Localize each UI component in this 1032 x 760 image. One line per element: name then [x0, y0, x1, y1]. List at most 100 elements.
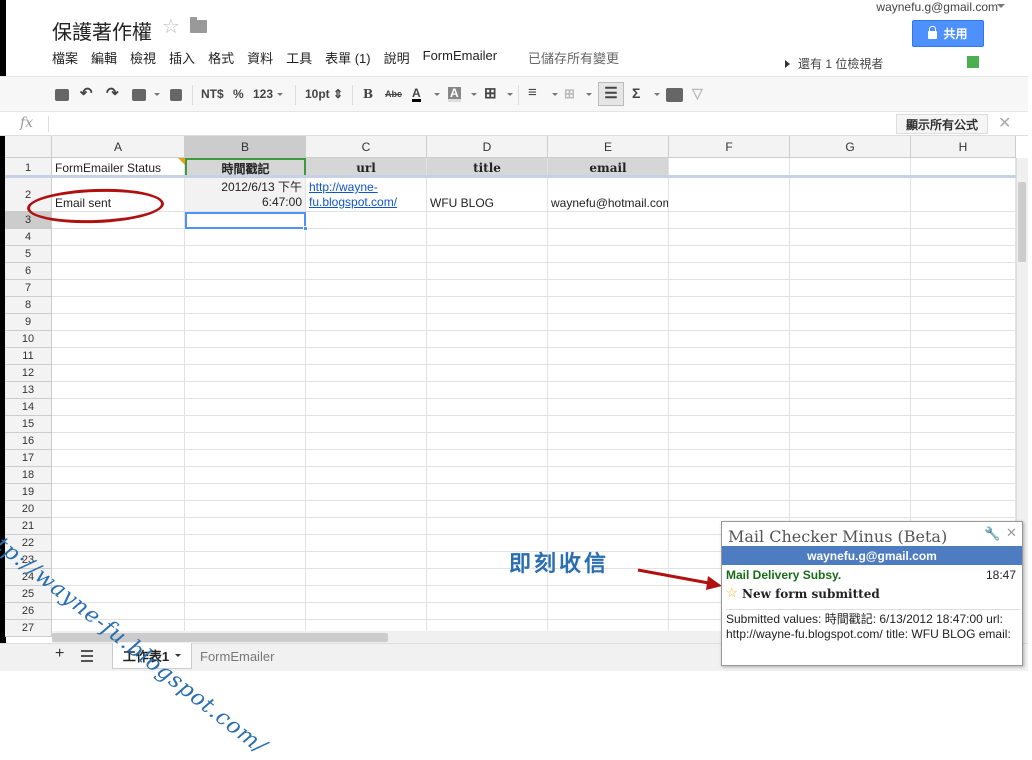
grid-cell[interactable]	[427, 450, 548, 467]
grid-cell[interactable]	[911, 229, 1016, 246]
grid-cell[interactable]	[669, 331, 790, 348]
grid-cell[interactable]	[185, 416, 306, 433]
merge-dropdown[interactable]	[582, 87, 592, 101]
grid-cell[interactable]	[911, 280, 1016, 297]
grid-cell[interactable]	[306, 552, 427, 569]
grid-cell[interactable]	[185, 501, 306, 518]
grid-cell[interactable]	[52, 416, 185, 433]
bold-button[interactable]: B	[363, 87, 373, 101]
column-header-h[interactable]: H	[911, 136, 1016, 158]
grid-cell[interactable]	[52, 535, 185, 552]
row-header[interactable]: 13	[5, 382, 52, 399]
row-header[interactable]: 6	[5, 263, 52, 280]
grid-cell[interactable]	[790, 297, 911, 314]
grid-cell[interactable]	[427, 603, 548, 620]
grid-cell[interactable]	[911, 501, 1016, 518]
grid-cell[interactable]	[790, 331, 911, 348]
grid-cell[interactable]	[185, 365, 306, 382]
menu-format[interactable]: 格式	[208, 48, 234, 67]
grid-cell[interactable]	[548, 348, 669, 365]
grid-cell[interactable]	[52, 501, 185, 518]
menu-insert[interactable]: 插入	[169, 48, 195, 67]
star-icon[interactable]: ☆	[162, 14, 180, 39]
insert-chart-icon[interactable]	[666, 88, 683, 102]
grid-cell[interactable]	[52, 484, 185, 501]
grid-cell[interactable]	[427, 365, 548, 382]
column-header-b[interactable]: B	[185, 136, 306, 158]
menu-edit[interactable]: 編輯	[91, 48, 117, 67]
grid-cell[interactable]	[548, 467, 669, 484]
grid-cell[interactable]	[427, 246, 548, 263]
grid-cell[interactable]	[548, 229, 669, 246]
grid-cell[interactable]	[911, 416, 1016, 433]
font-color-dropdown[interactable]	[430, 87, 440, 101]
grid-cell[interactable]	[548, 399, 669, 416]
grid-cell[interactable]	[185, 229, 306, 246]
menu-form[interactable]: 表單 (1)	[325, 48, 371, 67]
vertical-scrollbar-thumb[interactable]	[1018, 182, 1026, 262]
cell-b2[interactable]: 2012/6/13 下午 6:47:00	[185, 178, 306, 212]
row-header[interactable]: 7	[5, 280, 52, 297]
grid-cell[interactable]	[52, 467, 185, 484]
grid-cell[interactable]	[52, 382, 185, 399]
formula-input[interactable]	[48, 116, 49, 132]
grid-cell[interactable]	[911, 331, 1016, 348]
percent-format-button[interactable]: %	[233, 87, 244, 101]
grid-cell[interactable]	[911, 246, 1016, 263]
grid-cell[interactable]	[185, 263, 306, 280]
functions-icon[interactable]: Σ	[632, 85, 640, 101]
grid-cell[interactable]	[185, 450, 306, 467]
menu-formemailer[interactable]: FormEmailer	[423, 48, 497, 67]
column-header-f[interactable]: F	[669, 136, 790, 158]
grid-cell[interactable]	[52, 433, 185, 450]
grid-cell[interactable]	[427, 280, 548, 297]
grid-cell[interactable]	[185, 433, 306, 450]
document-title[interactable]: 保護著作權	[52, 16, 152, 45]
grid-cell[interactable]	[669, 229, 790, 246]
account-email[interactable]: waynefu.g@gmail.com	[876, 0, 998, 14]
grid-cell[interactable]	[185, 331, 306, 348]
row-header[interactable]: 17	[5, 450, 52, 467]
grid-cell[interactable]	[427, 314, 548, 331]
message-sender[interactable]: Mail Delivery Subsy.	[726, 568, 841, 582]
currency-format-button[interactable]: NT$	[201, 87, 224, 101]
grid-cell[interactable]	[669, 348, 790, 365]
grid-cell[interactable]	[185, 552, 306, 569]
grid-cell[interactable]	[669, 467, 790, 484]
chevron-down-icon[interactable]	[175, 654, 182, 657]
grid-cell[interactable]	[185, 586, 306, 603]
grid-cell[interactable]	[790, 501, 911, 518]
cell-c2[interactable]: http://wayne-fu.blogspot.com/	[306, 178, 427, 212]
row-header[interactable]: 5	[5, 246, 52, 263]
grid-cell[interactable]	[548, 365, 669, 382]
grid-cell[interactable]	[52, 314, 185, 331]
font-color-button[interactable]: A	[412, 87, 421, 102]
grid-cell[interactable]	[548, 416, 669, 433]
grid-cell[interactable]	[911, 348, 1016, 365]
grid-cell[interactable]	[911, 297, 1016, 314]
grid-cell[interactable]	[306, 263, 427, 280]
column-header-a[interactable]: A	[52, 136, 185, 158]
grid-cell[interactable]	[669, 280, 790, 297]
column-header-c[interactable]: C	[306, 136, 427, 158]
grid-cell[interactable]	[911, 467, 1016, 484]
grid-cell[interactable]	[306, 467, 427, 484]
grid-cell[interactable]	[911, 433, 1016, 450]
grid-cell[interactable]	[911, 399, 1016, 416]
grid-cell[interactable]	[52, 365, 185, 382]
grid-cell[interactable]	[548, 246, 669, 263]
grid-cell[interactable]	[185, 467, 306, 484]
print-icon[interactable]	[55, 89, 69, 101]
column-header-e[interactable]: E	[548, 136, 669, 158]
grid-cell[interactable]	[306, 518, 427, 535]
grid-cell[interactable]	[185, 348, 306, 365]
grid-cell[interactable]	[669, 501, 790, 518]
menu-data[interactable]: 資料	[247, 48, 273, 67]
grid-cell[interactable]	[52, 263, 185, 280]
grid-cell[interactable]	[790, 484, 911, 501]
grid-cell[interactable]	[669, 416, 790, 433]
grid-cell[interactable]	[185, 484, 306, 501]
grid-cell[interactable]	[52, 280, 185, 297]
grid-cell[interactable]	[790, 178, 911, 212]
grid-cell[interactable]	[790, 450, 911, 467]
